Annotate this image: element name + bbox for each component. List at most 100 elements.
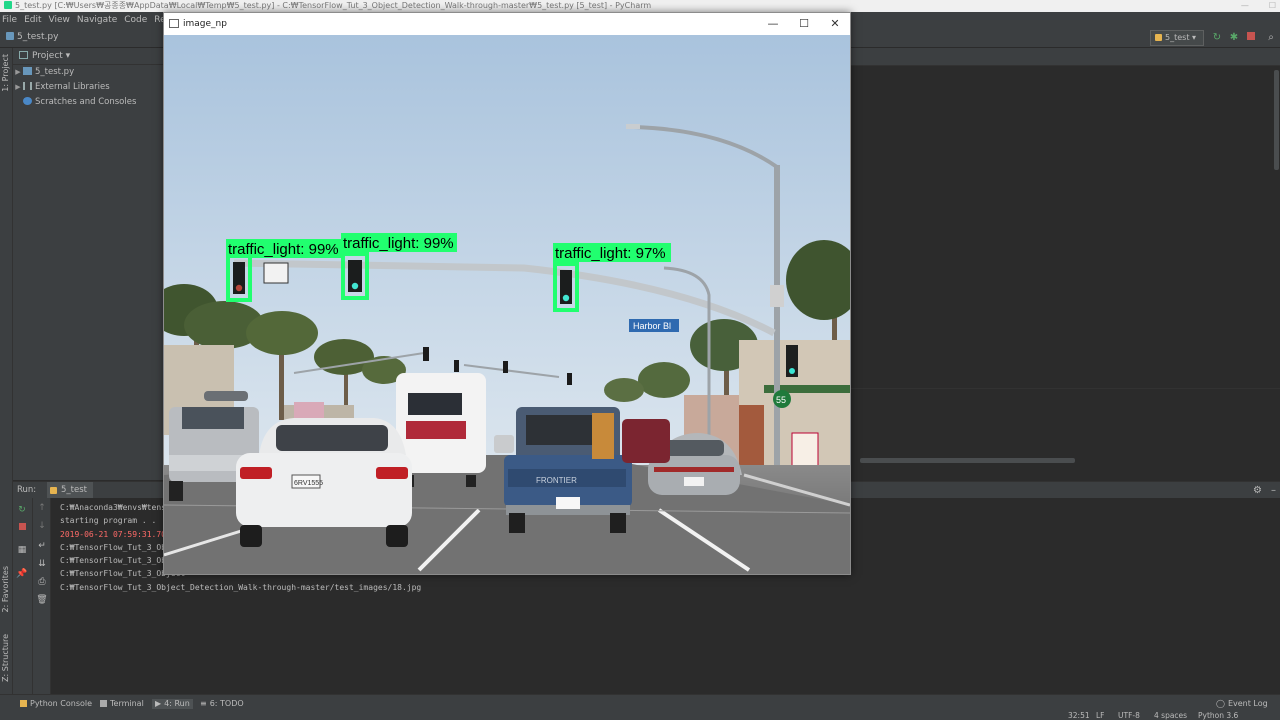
vertical-scrollbar[interactable] xyxy=(1274,70,1279,170)
image-window-title: image_np xyxy=(183,19,227,29)
window-icon xyxy=(169,19,179,28)
run-tab[interactable]: 5_test xyxy=(47,482,93,499)
menu-view[interactable]: View xyxy=(49,15,70,25)
street-name-text: Harbor Bl xyxy=(633,321,671,331)
down-arrow-icon[interactable]: ↓ xyxy=(36,520,48,532)
street-scene: Harbor Bl 55 6RV1555 FRONTIER traffic_li… xyxy=(164,35,850,574)
tab-todo[interactable]: ≡ 6: TODO xyxy=(200,699,244,709)
console-line: C:₩TensorFlow_Tut_3_Object_Detection_Wal… xyxy=(60,582,422,592)
tree-item-libraries[interactable]: ▶ External Libraries xyxy=(13,80,164,95)
scratch-icon xyxy=(23,97,32,105)
menu-code[interactable]: Code xyxy=(124,15,147,25)
tailgate-text: FRONTIER xyxy=(536,476,577,485)
up-arrow-icon[interactable]: ↑ xyxy=(36,502,48,514)
tab-label: 6: TODO xyxy=(209,699,244,708)
ide-title-bar: 5_test.py [C:₩Users₩공종종₩AppData₩Local₩Te… xyxy=(0,0,1280,12)
soft-wrap-icon[interactable]: ↵ xyxy=(36,540,48,552)
close-button[interactable]: ✕ xyxy=(820,13,850,35)
image-window[interactable]: image_np — ☐ ✕ Harbor Bl 55 6RV1555 FRON… xyxy=(163,12,851,575)
stop-icon[interactable] xyxy=(1245,32,1257,44)
detection-image: Harbor Bl 55 6RV1555 FRONTIER traffic_li… xyxy=(164,35,850,574)
layout-icon[interactable]: ▦ xyxy=(16,544,28,556)
ide-title: 5_test.py [C:₩Users₩공종종₩AppData₩Local₩Te… xyxy=(15,1,652,10)
maximize-icon[interactable]: ☐ xyxy=(1269,1,1276,10)
image-window-title-bar[interactable]: image_np — ☐ ✕ xyxy=(164,13,850,35)
route-shield-number: 55 xyxy=(776,395,786,405)
menu-navigate[interactable]: Navigate xyxy=(77,15,117,25)
project-icon xyxy=(19,51,28,59)
menu-edit[interactable]: Edit xyxy=(24,15,41,25)
event-log-label: Event Log xyxy=(1227,699,1268,708)
run-config-dropdown[interactable]: 5_test ▾ xyxy=(1150,30,1204,46)
ide-window-controls: — ☐ xyxy=(1221,0,1276,12)
pycharm-logo-icon xyxy=(4,1,12,9)
editor-divider xyxy=(850,388,1280,389)
run-toolbar-right: ↑ ↓ ↵ ⇊ ⎙ 🗑 xyxy=(33,498,51,694)
debug-icon[interactable]: ✱ xyxy=(1228,32,1240,44)
event-log[interactable]: ◯ Event Log xyxy=(1216,699,1268,709)
tab-label: Terminal xyxy=(110,699,144,708)
minimize-button[interactable]: — xyxy=(758,13,788,35)
project-header[interactable]: Project ▾ xyxy=(13,48,164,65)
line-separator[interactable]: LF xyxy=(1096,711,1105,720)
tree-item-label: Scratches and Consoles xyxy=(35,97,137,107)
tab-python-console[interactable]: Python Console xyxy=(20,699,92,709)
breadcrumb[interactable]: 5_test.py xyxy=(6,32,58,42)
rerun-icon[interactable]: ↻ xyxy=(16,504,28,516)
signal-lamp xyxy=(562,294,570,302)
run-label: Run: xyxy=(17,485,37,495)
sidewalk-sign xyxy=(791,432,819,470)
tab-run[interactable]: ▶ 4: Run xyxy=(152,699,193,709)
tree-item-scratches[interactable]: Scratches and Consoles xyxy=(13,95,164,110)
tree-item-label: External Libraries xyxy=(35,82,110,92)
terminal-icon xyxy=(100,700,107,707)
trash-icon[interactable]: 🗑 xyxy=(36,594,48,606)
search-icon[interactable]: ⌕ xyxy=(1265,32,1277,44)
expand-arrow-icon[interactable]: ▶ xyxy=(13,65,23,80)
gear-icon[interactable]: ⚙ xyxy=(1253,482,1262,499)
run-config-label: 5_test xyxy=(1165,33,1190,42)
signal-lamp xyxy=(351,282,359,290)
event-log-icon: ◯ xyxy=(1216,699,1225,708)
interpreter[interactable]: Python 3.6 xyxy=(1198,711,1238,720)
tab-structure[interactable]: Z: Structure xyxy=(1,634,10,682)
detection-label: traffic_light: 99% xyxy=(228,241,339,258)
tab-project[interactable]: 1: Project xyxy=(1,54,10,92)
project-panel: Project ▾ ▶ 5_test.py ▶ External Libraries… xyxy=(13,48,164,480)
signal-lamp xyxy=(235,284,243,292)
print-icon[interactable]: ⎙ xyxy=(36,576,48,588)
caret-position[interactable]: 32:51 xyxy=(1068,711,1090,720)
code-editor[interactable] xyxy=(850,66,1280,461)
left-tool-strip: 1: Project 2: Favorites Z: Structure xyxy=(0,48,13,694)
expand-arrow-icon[interactable]: ▶ xyxy=(13,80,23,95)
horizontal-scrollbar[interactable] xyxy=(860,458,1075,463)
tab-label: Python Console xyxy=(30,699,93,708)
project-title: Project xyxy=(32,51,63,61)
tree-item-file[interactable]: ▶ 5_test.py xyxy=(13,65,164,80)
rerun-icon[interactable]: ↻ xyxy=(1211,32,1223,44)
detection-label: traffic_light: 97% xyxy=(555,245,666,262)
python-file-icon xyxy=(23,67,32,75)
pin-icon[interactable]: 📌 xyxy=(16,568,28,580)
tab-favorites[interactable]: 2: Favorites xyxy=(1,566,10,612)
indent-setting[interactable]: 4 spaces xyxy=(1154,711,1187,720)
python-icon xyxy=(20,700,27,707)
sedan-plate: 6RV1555 xyxy=(294,480,323,487)
tree-item-label: 5_test.py xyxy=(35,67,75,77)
menu-file[interactable]: File xyxy=(2,15,17,25)
run-toolbar-left: ↻ ▦ 📌 xyxy=(13,498,33,694)
distant-car xyxy=(494,435,514,453)
breadcrumb-file: 5_test.py xyxy=(17,32,59,42)
hide-icon[interactable]: – xyxy=(1271,482,1276,499)
left-turn-sign xyxy=(263,262,289,284)
blue-pickup: FRONTIER xyxy=(504,407,632,533)
status-bar: Python Console Terminal ▶ 4: Run ≡ 6: TODO… xyxy=(0,694,1280,720)
minimize-icon[interactable]: — xyxy=(1241,1,1249,10)
play-icon: ▶ xyxy=(155,699,162,708)
stop-icon[interactable] xyxy=(16,522,28,534)
python-file-icon xyxy=(6,32,14,40)
tab-terminal[interactable]: Terminal xyxy=(100,699,144,709)
scroll-end-icon[interactable]: ⇊ xyxy=(36,558,48,570)
maximize-button[interactable]: ☐ xyxy=(789,13,819,35)
file-encoding[interactable]: UTF-8 xyxy=(1118,711,1140,720)
